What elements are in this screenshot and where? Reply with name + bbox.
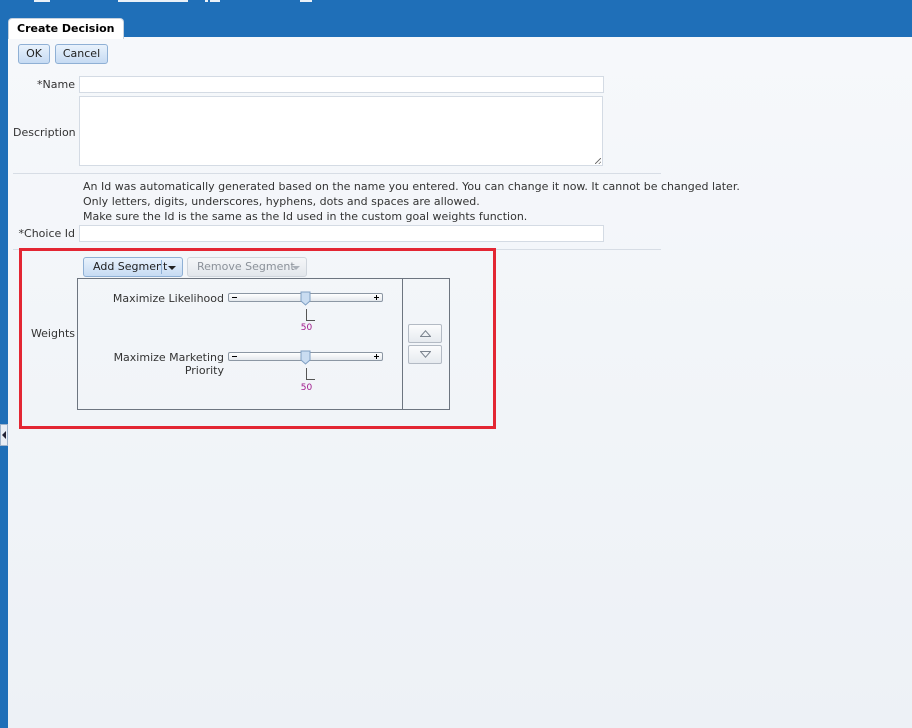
header-glyph bbox=[205, 0, 208, 2]
left-sidebar-edge bbox=[0, 37, 8, 728]
slider-label-marketing-priority: Maximize Marketing Priority bbox=[98, 351, 224, 377]
caret-down-icon[interactable] bbox=[168, 266, 176, 270]
name-label: *Name bbox=[18, 78, 75, 91]
add-segment-button[interactable]: Add Segment bbox=[83, 257, 183, 277]
tab-create-decision[interactable]: Create Decision bbox=[8, 18, 124, 39]
application-header bbox=[0, 0, 912, 37]
slider-label-line: Priority bbox=[184, 364, 224, 377]
slider-value-marketing-priority: 50 bbox=[300, 383, 313, 393]
header-glyph bbox=[118, 0, 188, 2]
ok-button[interactable]: OK bbox=[18, 44, 50, 64]
move-up-button[interactable] bbox=[408, 324, 442, 343]
button-separator bbox=[161, 260, 162, 274]
choice-id-input[interactable] bbox=[79, 225, 604, 242]
choice-id-label: *Choice Id bbox=[13, 227, 75, 240]
plus-icon-vertical bbox=[376, 295, 377, 300]
cancel-button[interactable]: Cancel bbox=[55, 44, 108, 64]
plus-icon-vertical bbox=[376, 354, 377, 359]
weights-label: Weights bbox=[30, 327, 75, 340]
move-down-button[interactable] bbox=[408, 345, 442, 364]
name-input[interactable] bbox=[79, 76, 604, 93]
slider-thumb-likelihood[interactable] bbox=[300, 291, 311, 306]
name-label-text: Name bbox=[42, 78, 75, 91]
header-glyph bbox=[34, 0, 50, 2]
triangle-up-icon bbox=[420, 330, 431, 337]
help-line: Only letters, digits, underscores, hyphe… bbox=[83, 195, 480, 208]
header-glyph bbox=[300, 0, 312, 2]
dialog-content: Create Decision OK Cancel *Name Descript… bbox=[8, 18, 912, 728]
minus-icon[interactable] bbox=[232, 356, 237, 357]
slider-value-tick bbox=[305, 309, 307, 320]
slider-label-line: Maximize Marketing bbox=[113, 351, 224, 364]
weights-panel: Maximize Likelihood 50 Maximize Marketin… bbox=[77, 278, 450, 410]
add-segment-label: Add Segment bbox=[93, 260, 168, 273]
slider-thumb-marketing-priority[interactable] bbox=[300, 350, 311, 365]
caret-down-icon bbox=[292, 266, 300, 270]
slider-value-tick-base bbox=[305, 320, 315, 321]
header-glyph bbox=[210, 0, 220, 2]
description-label: Description bbox=[13, 126, 76, 139]
slider-value-tick bbox=[305, 368, 307, 379]
minus-icon[interactable] bbox=[232, 297, 237, 298]
remove-segment-button[interactable]: Remove Segment bbox=[187, 257, 307, 277]
help-line: Make sure the Id is the same as the Id u… bbox=[83, 210, 528, 223]
slider-label-likelihood: Maximize Likelihood bbox=[112, 292, 224, 305]
help-line: An Id was automatically generated based … bbox=[83, 180, 740, 193]
panel-separator bbox=[402, 279, 403, 409]
chevron-left-icon bbox=[2, 431, 6, 439]
resize-grip-icon[interactable] bbox=[595, 158, 601, 164]
description-textarea[interactable] bbox=[79, 96, 603, 166]
slider-value-tick-base bbox=[305, 379, 315, 380]
choice-id-help: An Id was automatically generated based … bbox=[83, 179, 740, 224]
section-divider bbox=[13, 173, 661, 174]
slider-value-likelihood: 50 bbox=[300, 323, 313, 333]
triangle-down-icon bbox=[420, 351, 431, 358]
choice-id-label-text: Choice Id bbox=[24, 227, 75, 240]
collapse-sidebar-handle[interactable] bbox=[0, 424, 8, 446]
remove-segment-label: Remove Segment bbox=[197, 260, 295, 273]
